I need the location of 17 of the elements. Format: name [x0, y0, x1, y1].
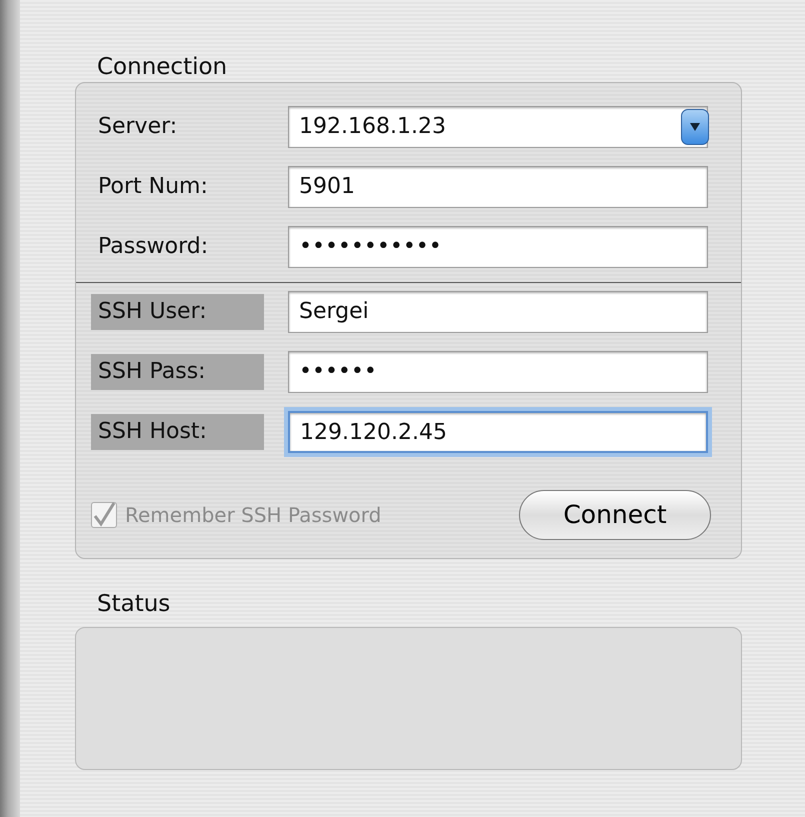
combo-box[interactable]: 192.168.1.23: [288, 106, 708, 148]
field-label: Password:: [97, 233, 210, 261]
connect-button[interactable]: Connect: [519, 490, 711, 540]
dropdown-button[interactable]: [681, 109, 709, 145]
input-field[interactable]: •••••••••••: [288, 226, 708, 268]
group-title: Status: [97, 590, 172, 619]
input-field[interactable]: ••••••: [288, 351, 708, 393]
group-title: Connection: [97, 53, 228, 82]
caret-icon: [689, 122, 701, 132]
field-label: Port Num:: [97, 173, 209, 201]
field-label: Server:: [97, 113, 178, 141]
input-field[interactable]: Sergei: [288, 291, 708, 333]
input-field[interactable]: 5901: [288, 166, 708, 208]
field-label: SSH Pass:: [91, 354, 264, 390]
field-label: SSH User:: [91, 294, 264, 330]
checkbox-label: Remember SSH Password: [125, 502, 382, 529]
field-label: SSH Host:: [91, 414, 264, 450]
